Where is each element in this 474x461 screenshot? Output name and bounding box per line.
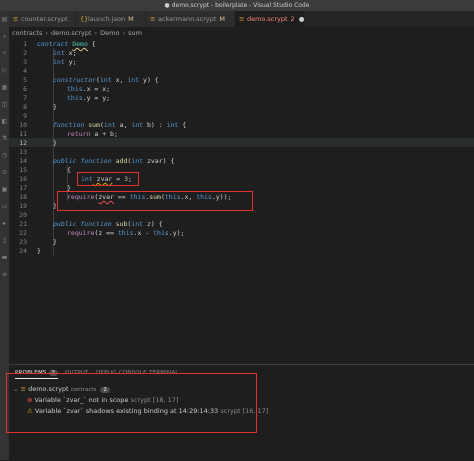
extensions-icon[interactable]: ▦ — [1, 84, 8, 91]
line-number: 15 — [19, 166, 27, 174]
chevron-right-icon: › — [122, 29, 126, 37]
chevron-right-icon: › — [94, 29, 98, 37]
files-icon[interactable]: ▤ — [1, 16, 8, 23]
code-line-12: } — [53, 139, 57, 147]
git-icon[interactable]: ⊙ — [1, 169, 8, 176]
source-control-icon[interactable]: ⑂ — [1, 50, 8, 57]
notebook-icon[interactable]: ▭ — [1, 203, 8, 210]
code-line-6: this.x = x; — [67, 85, 111, 93]
code-line-5: constructor(int x, int y) { — [53, 76, 159, 84]
line-number: 11 — [19, 130, 27, 138]
modified-badge: M — [219, 15, 226, 23]
line-number: 17 — [19, 184, 27, 192]
bookmark-icon[interactable]: ▯ — [1, 237, 8, 244]
search-icon[interactable]: ⌕ — [1, 33, 8, 40]
tab-demo-scrypt[interactable]: ≡ demo.scrypt 2 ● — [235, 11, 305, 27]
file-icon: ≡ — [239, 15, 245, 23]
editor-tab-bar: ≡ counter.scrypt {}launch.json M ≡ ackerman… — [9, 11, 474, 27]
code-line-1: contract Demo { — [37, 40, 96, 48]
code-line-8: } — [53, 103, 57, 111]
code-line-7: this.y = y; — [67, 94, 111, 102]
code-editor[interactable]: 1 2 3 4 5 6 7 8 9 10 11 12 13 14 15 16 17 18 19 20 21 22 23 24 … — [9, 39, 474, 359]
outline-icon[interactable]: ≡ — [1, 271, 8, 278]
window-title: ● demo.scrypt - boilerplate - Visual Stu… — [164, 2, 310, 9]
terminal-icon[interactable]: ▬ — [1, 254, 8, 261]
bottom-panel: PROBLEMS 2 OUTPUT DEBUG CONSOLE TERMINAL … — [6, 364, 474, 461]
code-line-23: } — [53, 238, 57, 246]
chevron-right-icon: › — [45, 29, 48, 37]
explorer-icon[interactable]: ◫ — [1, 101, 8, 108]
json-file-icon: {} — [80, 15, 89, 23]
title-bar: ● demo.scrypt - boilerplate - Visual Stu… — [0, 0, 474, 11]
annotation-box-problems — [6, 373, 257, 433]
line-number: 7 — [23, 94, 27, 102]
problem-count-badge: 2 — [290, 15, 295, 23]
annotation-box-zvar-declaration — [77, 172, 139, 186]
modified-badge: M — [128, 15, 134, 23]
line-number: 14 — [19, 157, 27, 165]
debug-icon[interactable]: ▷ — [1, 67, 8, 74]
line-number: 16 — [19, 175, 27, 183]
line-number: 3 — [23, 58, 27, 66]
remote-icon[interactable]: ◧ — [1, 118, 8, 125]
breadcrumb-contract[interactable]: Demo — [100, 29, 119, 37]
code-line-21: public function sub(int z) { — [53, 220, 163, 228]
line-number: 23 — [19, 238, 27, 246]
code-line-2: int x; — [53, 49, 77, 57]
breadcrumb-file[interactable]: demo.scrypt — [51, 29, 92, 37]
code-line-24: } — [37, 247, 41, 255]
line-number: 10 — [19, 121, 27, 129]
line-number: 5 — [23, 76, 27, 84]
file-icon: ≡ — [150, 15, 156, 23]
line-number: 8 — [23, 103, 27, 111]
line-number: 18 — [19, 193, 27, 201]
line-number: 13 — [19, 148, 27, 156]
code-line-11: return a + b; — [67, 130, 118, 138]
line-number: 19 — [19, 202, 27, 210]
line-number: 24 — [19, 247, 27, 255]
tab-ackermann-scrypt[interactable]: ≡ ackermann.scrypt M — [146, 11, 235, 27]
line-number: 9 — [23, 112, 27, 120]
line-number: 2 — [23, 49, 27, 57]
code-line-15: { — [67, 166, 71, 174]
breadcrumb-folder[interactable]: contracts — [12, 29, 42, 37]
code-line-10: function sum(int a, int b) : int { — [53, 121, 187, 129]
tab-launch-json[interactable]: {}launch.json M — [76, 11, 146, 27]
run-icon[interactable]: ▸ — [1, 220, 8, 227]
line-number: 1 — [23, 40, 27, 48]
timeline-icon[interactable]: ◷ — [1, 152, 8, 159]
unsaved-dot-icon[interactable]: ● — [299, 15, 304, 23]
current-line-highlight — [9, 138, 474, 147]
line-number: 6 — [23, 85, 27, 93]
line-number: 4 — [23, 67, 27, 75]
code-line-3: int y; — [53, 58, 77, 66]
line-number: 21 — [19, 220, 27, 228]
line-number: 20 — [19, 211, 27, 219]
code-line-14: public function add(int zvar) { — [53, 157, 175, 165]
testing-icon[interactable]: ⚗ — [1, 135, 8, 142]
annotation-box-require-line — [57, 191, 253, 211]
code-line-22: require(z == this.x - this.y); — [67, 229, 185, 237]
docker-icon[interactable]: ▣ — [1, 186, 8, 193]
tab-counter-scrypt[interactable]: ≡ counter.scrypt — [9, 11, 76, 27]
file-icon: ≡ — [13, 15, 19, 23]
breadcrumb: contracts › demo.scrypt › Demo › sum — [9, 28, 142, 38]
line-number: 12 — [19, 139, 27, 147]
breadcrumb-function[interactable]: sum — [128, 29, 142, 37]
line-number: 22 — [19, 229, 27, 237]
